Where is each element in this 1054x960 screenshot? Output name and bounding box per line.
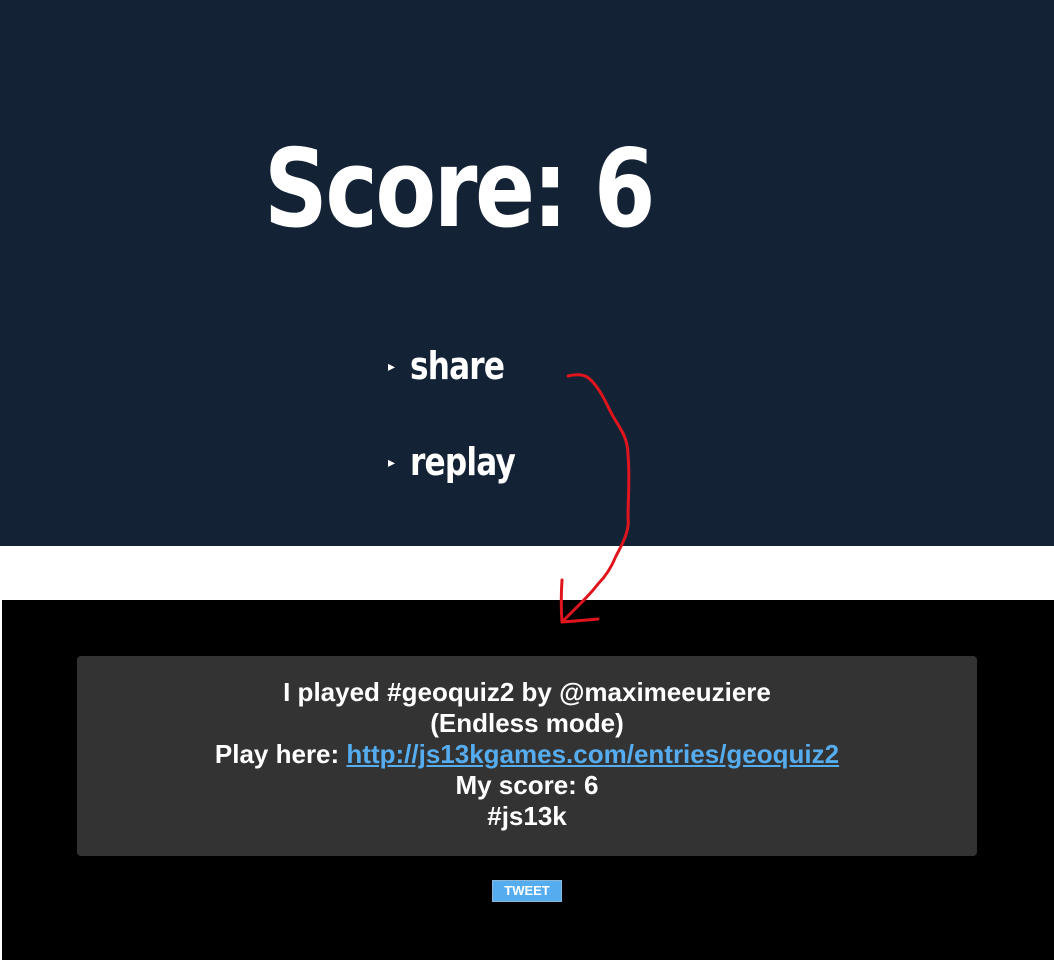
- replay-menu-item[interactable]: ▸ replay: [388, 438, 538, 486]
- play-here-label: Play here:: [214, 739, 347, 769]
- triangle-right-icon: ▸: [388, 453, 396, 470]
- share-menu-item[interactable]: ▸ share: [388, 342, 525, 390]
- tweet-line-hashtag: #js13k: [487, 801, 567, 831]
- tweet-button[interactable]: TWEET: [492, 880, 562, 902]
- game-screen: Score: 6 ▸ share ▸ replay: [0, 0, 1054, 546]
- replay-label: replay: [410, 440, 516, 484]
- share-label: share: [410, 344, 505, 388]
- triangle-right-icon: ▸: [388, 357, 396, 374]
- tweet-line-mode: (Endless mode): [430, 708, 624, 738]
- tweet-text-box: I played #geoquiz2 by @maximeeuziere (En…: [77, 656, 977, 856]
- tweet-line-score: My score: 6: [455, 770, 599, 800]
- score-title: Score: 6: [264, 127, 656, 252]
- share-screen: I played #geoquiz2 by @maximeeuziere (En…: [2, 600, 1054, 960]
- tweet-line-play-here: Play here: http://js13kgames.com/entries…: [77, 739, 977, 770]
- game-link[interactable]: http://js13kgames.com/entries/geoquiz2: [346, 739, 839, 769]
- tweet-line-played: I played #geoquiz2 by @maximeeuziere: [283, 677, 771, 707]
